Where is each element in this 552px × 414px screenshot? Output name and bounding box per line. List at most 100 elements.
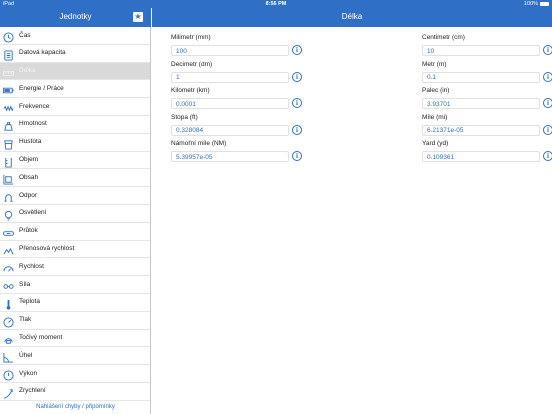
- unit-value-input[interactable]: 1: [171, 71, 289, 83]
- unit-field: Námořní míle (NM) 5.39957e-05 i: [171, 140, 306, 162]
- unit-value-input[interactable]: 0.109361: [422, 151, 540, 162]
- sidebar-item-label: Úhel: [19, 351, 33, 359]
- sidebar-item[interactable]: Zrychlení: [0, 383, 150, 401]
- battery-icon: [540, 2, 549, 6]
- unit-value-input[interactable]: 10: [422, 45, 540, 56]
- category-list: Čas Datová kapacita Délka Energie / Práce Fr…: [0, 27, 150, 401]
- unit-label: Metr (m): [422, 60, 447, 68]
- sidebar-item[interactable]: Točivý moment: [0, 330, 150, 348]
- favorites-star-button[interactable]: ★: [133, 12, 143, 22]
- sidebar-item-label: Obsah: [19, 173, 39, 181]
- sidebar-item[interactable]: Obsah: [0, 169, 150, 188]
- sidebar-item[interactable]: Objem: [0, 152, 150, 170]
- unit-label: Palec (in): [422, 87, 450, 94]
- sidebar-item-label: Síla: [19, 280, 31, 288]
- info-icon[interactable]: i: [543, 151, 552, 161]
- unit-field: Decimetr (dm) 1 i: [171, 60, 306, 83]
- sidebar-item-label: Teplota: [19, 298, 40, 306]
- unit-field: Palec (in) 3.93701 i: [422, 87, 552, 109]
- unit-field: Kilometr (km) 0.0001 i: [171, 87, 306, 109]
- sidebar-item[interactable]: Odpor: [0, 187, 150, 205]
- info-icon[interactable]: i: [543, 98, 552, 108]
- sidebar-item[interactable]: Datová kapacita: [0, 45, 150, 63]
- page-title: Délka: [341, 12, 363, 21]
- sidebar-item[interactable]: Přenosová rychlost: [0, 241, 150, 259]
- sidebar-item[interactable]: Rychlost: [0, 258, 150, 277]
- sidebar-item[interactable]: Energie / Práce: [0, 80, 150, 99]
- transfer-icon: [3, 244, 14, 255]
- unit-value-input[interactable]: 0.1: [422, 71, 540, 83]
- sidebar-item[interactable]: Průtok: [0, 223, 150, 241]
- sidebar-item-label: Zrychlení: [19, 387, 46, 395]
- feedback-link[interactable]: Nahlášení chyby / připomínky: [0, 404, 151, 410]
- unit-value-input[interactable]: 0.0001: [171, 98, 289, 109]
- sidebar-item-label: Hmotnost: [19, 120, 47, 128]
- clock-icon: [3, 30, 14, 43]
- info-icon[interactable]: i: [292, 98, 302, 108]
- unit-field: Míle (mi) 6.21371e-05 i: [422, 113, 552, 136]
- unit-value-input[interactable]: 0.328084: [171, 124, 289, 136]
- sidebar-item-label: Frekvence: [19, 102, 50, 110]
- sidebar-item[interactable]: Hustota: [0, 134, 150, 152]
- unit-value-input[interactable]: 6.21371e-05: [422, 124, 540, 136]
- info-icon[interactable]: i: [543, 124, 552, 135]
- sidebar-item-label: Odpor: [19, 191, 38, 199]
- volume-icon: [3, 155, 14, 168]
- info-icon[interactable]: i: [292, 71, 302, 82]
- info-icon[interactable]: i: [292, 45, 302, 55]
- unit-label: Míle (mi): [422, 113, 448, 121]
- density-icon: [3, 137, 14, 150]
- info-icon[interactable]: i: [543, 45, 552, 55]
- unit-label: Stopa (ft): [171, 113, 198, 121]
- sidebar-item-label: Přenosová rychlost: [19, 245, 75, 253]
- sidebar-item-label: Délka: [19, 67, 36, 75]
- acceleration-icon: [3, 386, 14, 399]
- sidebar-item[interactable]: Frekvence: [0, 98, 150, 116]
- sidebar-item-label: Energie / Práce: [19, 84, 64, 92]
- info-icon[interactable]: i: [292, 124, 302, 135]
- unit-label: Námořní míle (NM): [171, 140, 227, 147]
- sidebar-item[interactable]: Tlak: [0, 312, 150, 330]
- unit-label: Kilometr (km): [171, 87, 210, 94]
- sidebar-item[interactable]: Hmotnost: [0, 116, 150, 134]
- data-icon: [3, 48, 14, 61]
- frequency-icon: [3, 101, 14, 112]
- unit-field: Metr (m) 0.1 i: [422, 60, 552, 83]
- sidebar-item[interactable]: Výkon: [0, 365, 150, 383]
- sidebar-item-label: Osvětlení: [19, 209, 47, 217]
- resistance-icon: [3, 190, 14, 202]
- sidebar-item[interactable]: Osvětlení: [0, 205, 150, 223]
- unit-label: Decimetr (dm): [171, 60, 213, 68]
- sidebar-item[interactable]: Délka: [0, 62, 150, 81]
- info-icon[interactable]: i: [292, 151, 302, 161]
- unit-field: Centimetr (cm) 10 i: [422, 34, 552, 56]
- sidebar-item-label: Točivý moment: [19, 334, 63, 342]
- unit-label: Centimetr (cm): [422, 34, 465, 41]
- unit-field: Yard (yd) 0.109361 i: [422, 140, 552, 162]
- sidebar-item[interactable]: Teplota: [0, 294, 150, 312]
- sidebar-item[interactable]: Úhel: [0, 347, 150, 366]
- sidebar-item-label: Čas: [19, 31, 31, 39]
- thermometer-icon: [3, 297, 14, 310]
- unit-label: Milimetr (mm): [171, 34, 211, 41]
- force-icon: [3, 279, 14, 290]
- angle-icon: [3, 350, 14, 363]
- status-bar: iPad 8:56 PM 100%: [0, 0, 552, 8]
- sidebar-item[interactable]: Síla: [0, 276, 150, 294]
- sidebar-item-label: Rychlost: [19, 262, 44, 270]
- unit-value-input[interactable]: 100: [171, 45, 289, 56]
- sidebar: Čas Datová kapacita Délka Energie / Práce Fr…: [0, 27, 151, 414]
- unit-label: Yard (yd): [422, 140, 449, 147]
- info-icon[interactable]: i: [543, 71, 552, 82]
- speed-icon: [3, 261, 14, 272]
- battery-label: 100%: [523, 1, 538, 7]
- sidebar-header: Jednotky ★: [0, 8, 151, 27]
- unit-value-input[interactable]: 3.93701: [422, 98, 540, 109]
- unit-value-input[interactable]: 5.39957e-05: [171, 151, 289, 162]
- torque-icon: [3, 333, 14, 344]
- sidebar-item-label: Hustota: [19, 138, 42, 146]
- sidebar-item[interactable]: Čas: [0, 27, 150, 45]
- unit-field: Stopa (ft) 0.328084 i: [171, 113, 306, 136]
- pressure-icon: [3, 315, 14, 328]
- sidebar-title: Jednotky: [59, 12, 92, 21]
